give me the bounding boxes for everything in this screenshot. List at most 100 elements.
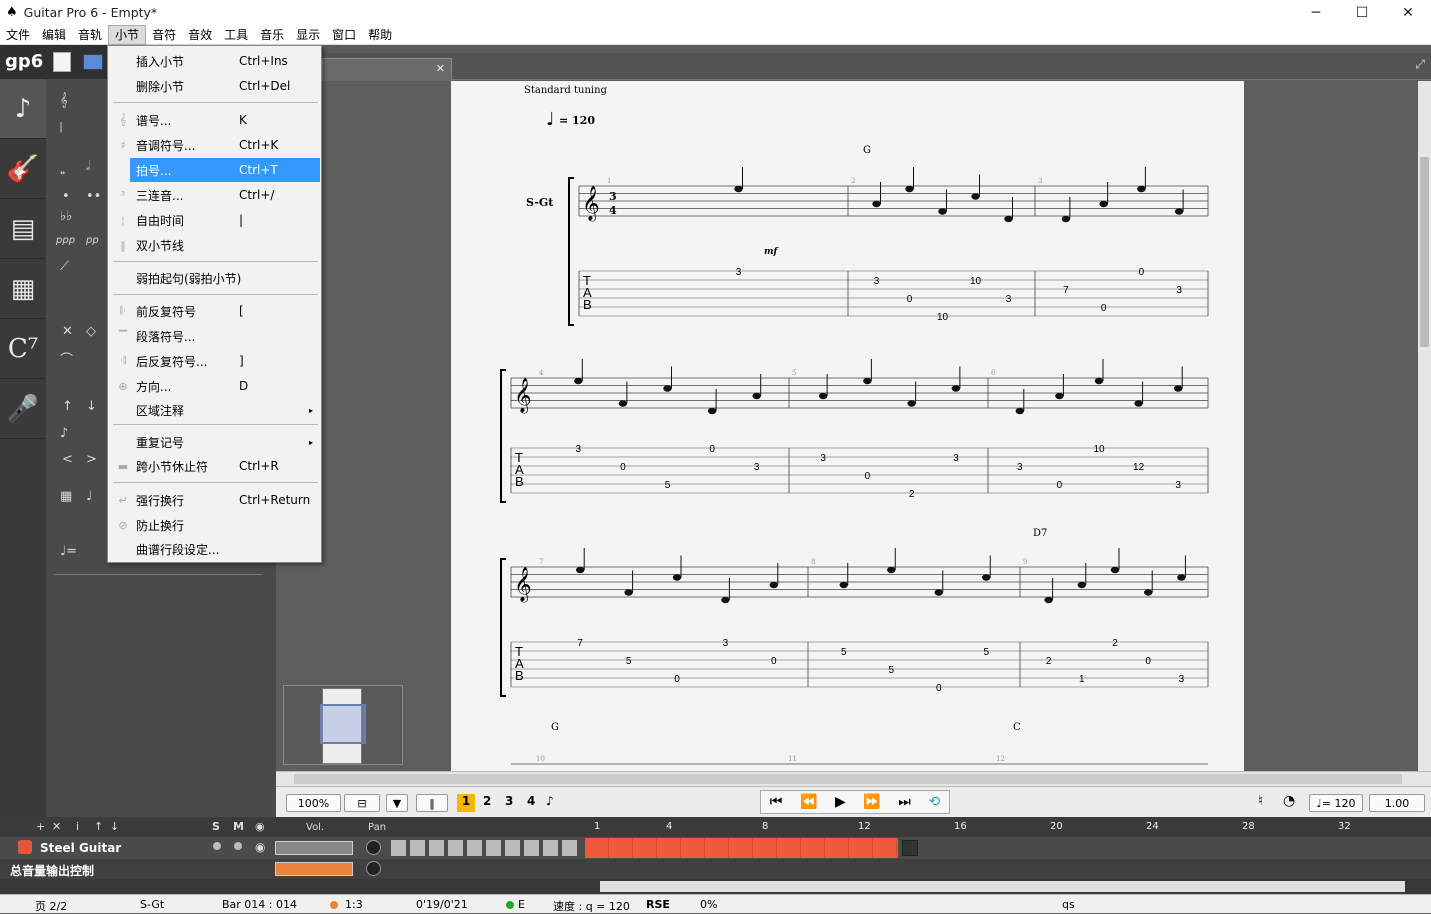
- effect-knobs[interactable]: [391, 840, 579, 856]
- menu-music[interactable]: 音乐: [254, 25, 290, 45]
- greater-icon[interactable]: >: [86, 452, 97, 467]
- menu-item-4[interactable]: 拍号... Ctrl+T: [130, 158, 320, 182]
- keyboard-tab-icon[interactable]: ▦: [0, 259, 46, 319]
- guitar-tab-icon[interactable]: 🎸: [0, 139, 46, 199]
- less-icon[interactable]: <: [62, 452, 73, 467]
- speed-field[interactable]: 1.00: [1369, 794, 1425, 812]
- menu-effects[interactable]: 音效: [182, 25, 218, 45]
- master-pan-knob[interactable]: [366, 861, 381, 876]
- microphone-tab-icon[interactable]: 🎤: [0, 379, 46, 439]
- new-file-icon[interactable]: [53, 52, 71, 72]
- bar-num-3[interactable]: 3: [505, 794, 513, 808]
- double-dot-icon[interactable]: ••: [86, 189, 101, 204]
- first-bar-icon[interactable]: ⏮: [770, 794, 783, 810]
- voice-icon[interactable]: ♪: [546, 794, 554, 808]
- menu-tools[interactable]: 工具: [218, 25, 254, 45]
- half-note-icon[interactable]: 𝅗𝅥: [86, 159, 90, 174]
- menu-item-2[interactable]: 𝄞 谱号... K: [108, 108, 321, 132]
- master-row[interactable]: 总音量输出控制: [0, 859, 1431, 879]
- track-name[interactable]: Steel Guitar: [40, 841, 121, 855]
- menu-window[interactable]: 窗口: [326, 25, 362, 45]
- track-row[interactable]: Steel Guitar ◉: [0, 837, 1431, 859]
- menu-item-15[interactable]: ▬ 跨小节休止符 Ctrl+R: [108, 454, 321, 478]
- menu-item-10[interactable]: ▔ 段落符号...: [108, 324, 321, 348]
- layout-select[interactable]: ⊟: [344, 794, 380, 812]
- menu-item-7[interactable]: ‖ 双小节线: [108, 233, 321, 257]
- harmonic-icon[interactable]: ◇: [86, 324, 96, 339]
- flat-icon[interactable]: ♭♭: [60, 209, 72, 224]
- menu-item-17[interactable]: ⊘ 防止换行: [108, 513, 321, 537]
- track-hscroll[interactable]: [600, 881, 1405, 892]
- vscroll-thumb[interactable]: [1420, 157, 1429, 347]
- eighth-note-icon[interactable]: ♩: [86, 489, 92, 504]
- menu-item-13[interactable]: 区域注释 ▸: [108, 398, 321, 422]
- rewind-icon[interactable]: ⏪: [800, 794, 817, 810]
- maximize-button[interactable]: ☐: [1339, 0, 1385, 25]
- zoom-select[interactable]: 100%: [286, 794, 341, 812]
- dead-note-icon[interactable]: ✕: [62, 324, 73, 339]
- menu-view[interactable]: 显示: [290, 25, 326, 45]
- countdown-icon[interactable]: ◔: [1283, 793, 1295, 809]
- clef-icon[interactable]: 𝄞: [60, 93, 68, 108]
- ppp-icon[interactable]: ppp: [56, 235, 75, 246]
- menu-track[interactable]: 音轨: [72, 25, 108, 45]
- volume-slider[interactable]: [275, 841, 353, 855]
- track-scroll-area[interactable]: [0, 879, 1431, 894]
- menu-item-0[interactable]: 插入小节 Ctrl+Ins: [108, 49, 321, 73]
- menu-item-5[interactable]: ³ 三连音... Ctrl+/: [108, 183, 321, 207]
- menu-item-12[interactable]: ⊕ 方向... D: [108, 374, 321, 398]
- master-volume-slider[interactable]: [275, 862, 353, 876]
- add-track-icon[interactable]: +: [36, 820, 45, 833]
- menu-item-11[interactable]: 𝄇 后反复符号...]: [108, 349, 321, 373]
- last-bar-icon[interactable]: ⏭: [898, 794, 911, 810]
- pan-knob[interactable]: [366, 840, 381, 855]
- tempo-icon[interactable]: ♩=: [60, 544, 77, 559]
- down-arrow-icon[interactable]: ↓: [86, 399, 97, 414]
- play-icon[interactable]: ▶: [835, 794, 846, 810]
- fast-forward-icon[interactable]: ⏩: [863, 794, 880, 810]
- hscroll-thumb[interactable]: [294, 774, 1402, 784]
- pp-icon[interactable]: pp: [86, 235, 99, 246]
- chord-tab-icon[interactable]: C⁷: [0, 319, 46, 379]
- view-mode-icon[interactable]: ▼: [386, 794, 408, 812]
- loop-icon[interactable]: ⟲: [928, 794, 940, 810]
- menu-item-8[interactable]: 弱拍起句(弱拍小节): [108, 266, 321, 290]
- score-page[interactable]: Standard tuning ♩ = 120 S-Gt mf G D7 G C…: [451, 81, 1244, 771]
- menu-item-16[interactable]: ↵ 强行换行 Ctrl+Return: [108, 488, 321, 512]
- up-arrow-icon[interactable]: ↑: [62, 399, 73, 414]
- page-thumbnail[interactable]: [283, 685, 403, 765]
- hairpin-icon[interactable]: ⟋: [60, 259, 69, 274]
- bar-num-4[interactable]: 4: [527, 794, 535, 808]
- document-tab[interactable]: ✕: [322, 58, 452, 81]
- menu-item-3[interactable]: ♯ 音调符号... Ctrl+K: [108, 133, 321, 157]
- menu-item-9[interactable]: 𝄆 前反复符号 [: [108, 299, 321, 323]
- expand-icon[interactable]: ⤢: [1415, 57, 1425, 72]
- track-bars-filled[interactable]: [585, 838, 898, 858]
- menu-item-18[interactable]: 曲谱行段设定...: [108, 537, 321, 561]
- metronome-icon[interactable]: ♮: [1258, 793, 1263, 809]
- slide-icon[interactable]: ⌒: [60, 349, 73, 368]
- menu-item-14[interactable]: 重复记号 ▸: [108, 430, 321, 454]
- meter-icon[interactable]: 𝄁: [60, 121, 62, 136]
- track-info-icon[interactable]: i: [76, 820, 79, 833]
- mute-button[interactable]: [234, 842, 242, 850]
- menu-edit[interactable]: 编辑: [36, 25, 72, 45]
- chord-diagram-icon[interactable]: ▦: [60, 489, 72, 504]
- menu-item-6[interactable]: ¦ 自由时间 |: [108, 208, 321, 232]
- notation-tab-icon[interactable]: ♪: [0, 79, 46, 139]
- amp-tab-icon[interactable]: ▤: [0, 199, 46, 259]
- remove-track-icon[interactable]: ✕: [52, 820, 61, 833]
- multitrack-icon[interactable]: ‖: [416, 794, 448, 812]
- menu-item-1[interactable]: 删除小节 Ctrl+Del: [108, 74, 321, 98]
- bar-num-1[interactable]: 1: [457, 794, 475, 812]
- dot-icon[interactable]: •: [62, 189, 70, 204]
- menu-note[interactable]: 音符: [146, 25, 182, 45]
- visible-toggle-icon[interactable]: ◉: [255, 840, 265, 854]
- visibility-icon[interactable]: ◉: [255, 820, 265, 833]
- tab-close-icon[interactable]: ✕: [436, 62, 445, 75]
- track-bar-empty[interactable]: [902, 840, 918, 856]
- menu-bar-measure[interactable]: 小节: [108, 24, 147, 45]
- vertical-scrollbar[interactable]: [1418, 81, 1431, 771]
- move-down-icon[interactable]: ↓: [110, 820, 119, 833]
- minimize-button[interactable]: ─: [1293, 0, 1339, 25]
